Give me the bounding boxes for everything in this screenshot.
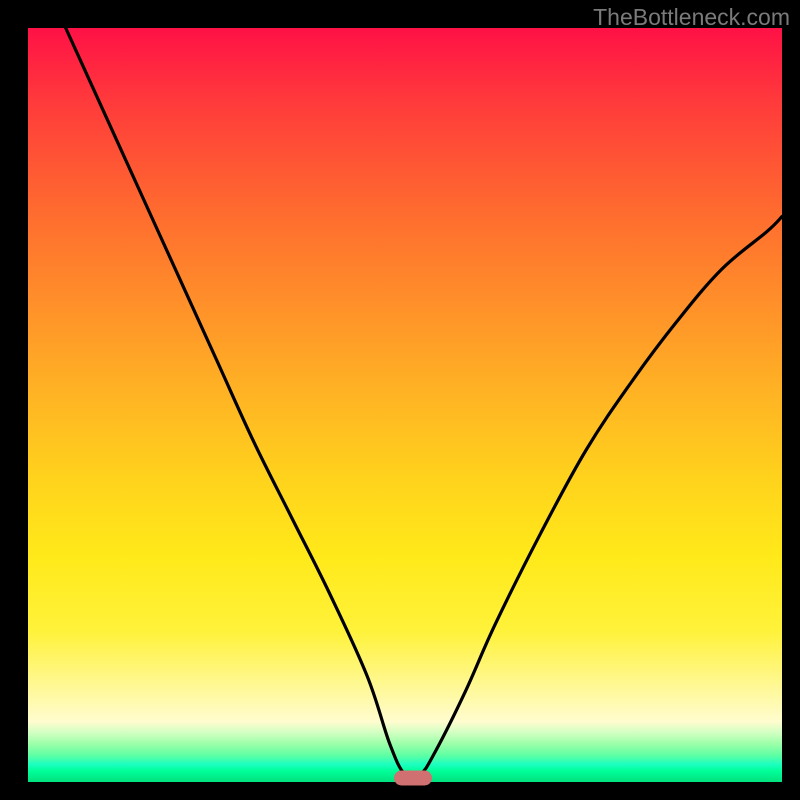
optimal-marker	[394, 771, 432, 786]
chart-stage: TheBottleneck.com	[0, 0, 800, 800]
bottleneck-curve	[28, 28, 782, 782]
attribution-text: TheBottleneck.com	[593, 4, 790, 31]
plot-area	[28, 28, 782, 782]
